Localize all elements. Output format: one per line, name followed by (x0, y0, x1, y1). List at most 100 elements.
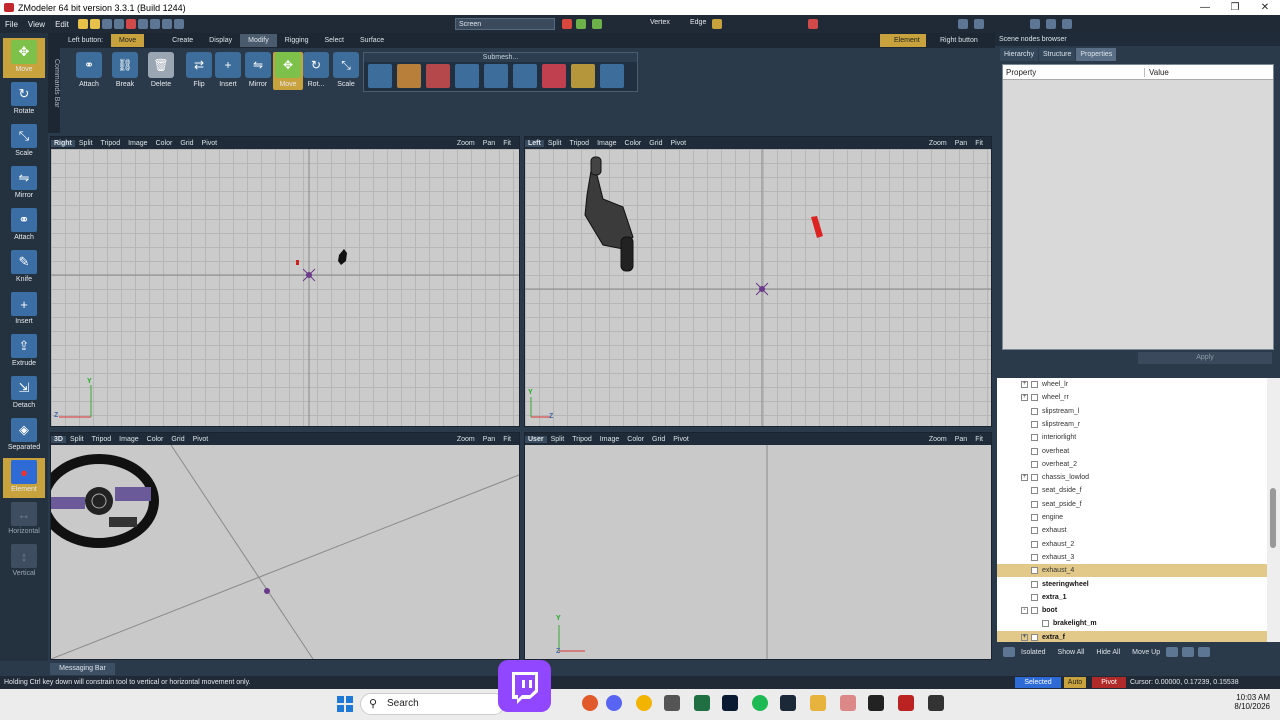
vp-fit[interactable]: Fit (971, 436, 987, 443)
left-tool-separated[interactable]: ◈ Separated (3, 416, 45, 456)
left-tool-extrude[interactable]: ⇪ Extrude (3, 332, 45, 372)
tab-rigging[interactable]: Rigging (277, 34, 317, 47)
vp-fit[interactable]: Fit (499, 140, 515, 147)
submesh-grid-icon[interactable] (600, 64, 624, 88)
tab-properties[interactable]: Properties (1076, 48, 1117, 61)
vp-pivot[interactable]: Pivot (189, 436, 213, 443)
windows-start-icon[interactable] (336, 695, 354, 713)
commands-bar[interactable]: Commands Bar (48, 33, 60, 133)
visibility-checkbox[interactable] (1031, 474, 1038, 482)
tree-node[interactable]: + chassis_lowlod (997, 471, 1267, 484)
left-tool-detach[interactable]: ⇲ Detach (3, 374, 45, 414)
vp-split[interactable]: Split (66, 436, 88, 443)
app-icon[interactable] (840, 695, 856, 711)
ribbon-delete-button[interactable]: 🗑 Delete (146, 52, 176, 88)
submesh-brush-icon[interactable] (397, 64, 421, 88)
selected-indicator[interactable]: Selected (1015, 677, 1061, 688)
close-button[interactable]: ✕ (1250, 0, 1280, 15)
scrollbar-thumb[interactable] (1270, 488, 1276, 548)
terminal-icon[interactable] (928, 695, 944, 711)
vp-grid[interactable]: Grid (645, 140, 666, 147)
ribbon-attach-button[interactable]: ⚭ Attach (74, 52, 104, 88)
left-tool-insert[interactable]: + Insert (3, 290, 45, 330)
visibility-checkbox[interactable] (1031, 381, 1038, 388)
visibility-checkbox[interactable] (1031, 460, 1038, 468)
viewport-name[interactable]: User (525, 435, 547, 443)
viewport-user[interactable]: User Split Tripod Image Color Grid Pivot… (524, 432, 992, 660)
discord-icon[interactable] (606, 695, 622, 711)
left-tool-mirror[interactable]: ⇋ Mirror (3, 164, 45, 204)
tree-node[interactable]: extra_1 (997, 591, 1267, 604)
tab-surface[interactable]: Surface (352, 34, 392, 47)
column-value[interactable]: Value (1145, 68, 1169, 77)
ribbon-scale-button[interactable]: ⤡ Scale (331, 52, 361, 88)
file-explorer-icon[interactable] (810, 695, 826, 711)
left-button-value[interactable]: Move (111, 34, 145, 47)
isolated-button[interactable]: Isolated (1015, 649, 1052, 656)
tree-node[interactable]: exhaust_4 (997, 564, 1267, 578)
auto-toggle[interactable]: Auto (1064, 677, 1086, 688)
maximize-button[interactable]: ❐ (1220, 0, 1250, 15)
left-tool-vertical[interactable]: ↕ Vertical (3, 542, 45, 582)
expand-toggle-icon[interactable]: + (1021, 394, 1028, 402)
move-up-button[interactable]: Move Up (1126, 649, 1166, 656)
move-down-icon[interactable] (1166, 647, 1179, 657)
expand-icon[interactable] (1182, 647, 1195, 657)
vp-tripod[interactable]: Tripod (565, 140, 593, 147)
expand-toggle-icon[interactable]: - (1021, 607, 1028, 615)
tree-node[interactable]: + extra_f (997, 630, 1267, 642)
polygon-mode-icon[interactable] (712, 19, 722, 29)
vertex-mode[interactable]: Vertex (650, 19, 670, 26)
minimize-button[interactable]: — (1190, 0, 1220, 15)
left-tool-scale[interactable]: ⤡ Scale (3, 122, 45, 162)
tree-node[interactable]: slipstream_l (997, 405, 1267, 418)
select-y-icon[interactable] (576, 19, 586, 29)
twitch-icon[interactable] (498, 660, 551, 712)
hide-all-button[interactable]: Hide All (1090, 649, 1126, 656)
menu-edit[interactable]: Edit (50, 20, 74, 29)
visibility-checkbox[interactable] (1031, 434, 1038, 442)
column-property[interactable]: Property (1003, 67, 1145, 77)
viewport-3d[interactable]: 3D Split Tripod Image Color Grid Pivot Z… (50, 432, 520, 660)
viewport-right[interactable]: Right Split Tripod Image Color Grid Pivo… (50, 136, 520, 427)
save-as-icon[interactable] (113, 19, 124, 29)
vp-tripod[interactable]: Tripod (88, 436, 116, 443)
vp-color[interactable]: Color (623, 436, 648, 443)
visibility-checkbox[interactable] (1031, 593, 1038, 601)
properties-grid[interactable]: Property Value (1002, 64, 1274, 350)
tree-node[interactable]: seat_pside_f (997, 498, 1267, 511)
tab-select[interactable]: Select (317, 34, 352, 47)
ribbon-insert-button[interactable]: + Insert (213, 52, 243, 88)
visibility-checkbox[interactable] (1031, 527, 1038, 535)
tree-node[interactable]: exhaust_3 (997, 551, 1267, 564)
apply-button[interactable]: Apply (1138, 352, 1272, 364)
excel-icon[interactable] (694, 695, 710, 711)
tree-node[interactable]: overheat (997, 445, 1267, 458)
visibility-checkbox[interactable] (1042, 620, 1049, 628)
edge-mode[interactable]: Edge (690, 19, 706, 26)
snap-icon[interactable] (808, 19, 818, 29)
submesh-cube-icon[interactable] (368, 64, 392, 88)
menu-view[interactable]: View (23, 20, 50, 29)
spotify-icon[interactable] (752, 695, 768, 711)
visibility-checkbox[interactable] (1031, 607, 1038, 615)
vp-tripod[interactable]: Tripod (568, 436, 596, 443)
new-file-icon[interactable] (77, 19, 88, 29)
visibility-checkbox[interactable] (1031, 407, 1038, 415)
visibility-checkbox[interactable] (1031, 447, 1038, 455)
close-selection-icon[interactable] (562, 19, 572, 29)
chrome-icon[interactable] (636, 695, 652, 711)
expand-toggle-icon[interactable]: + (1021, 633, 1028, 641)
brave-icon[interactable] (582, 695, 598, 711)
left-tool-element[interactable]: ● Element (3, 458, 45, 498)
tab-modify[interactable]: Modify (240, 34, 277, 47)
menu-file[interactable]: File (0, 20, 23, 29)
tree-node[interactable]: - boot (997, 604, 1267, 617)
vp-tripod[interactable]: Tripod (97, 140, 125, 147)
vp-zoom[interactable]: Zoom (925, 140, 951, 147)
tab-structure[interactable]: Structure (1038, 48, 1076, 61)
vp-image[interactable]: Image (593, 140, 620, 147)
steam-icon[interactable] (780, 695, 796, 711)
github-icon[interactable] (664, 695, 680, 711)
visibility-checkbox[interactable] (1031, 487, 1038, 495)
